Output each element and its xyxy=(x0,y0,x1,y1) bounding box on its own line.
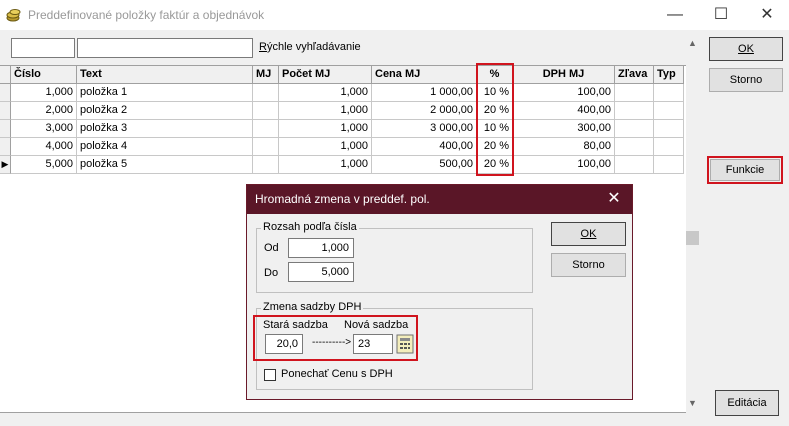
funkcie-button-label: Funkcie xyxy=(725,164,765,176)
row-header[interactable] xyxy=(0,102,11,120)
od-label: Od xyxy=(264,242,279,254)
storno-button-label: Storno xyxy=(729,74,763,86)
bulk-change-dialog: Hromadná zmena v preddef. pol. ✕ Rozsah … xyxy=(246,184,633,400)
search-text-input[interactable] xyxy=(77,38,253,58)
row-header[interactable] xyxy=(0,120,11,138)
cell-cena[interactable]: 2 000,00 xyxy=(372,102,477,120)
cell-text[interactable]: položka 4 xyxy=(77,138,253,156)
col-header-cena[interactable]: Cena MJ xyxy=(372,66,477,84)
col-header-zlava[interactable]: Zľava xyxy=(615,66,654,84)
dialog-storno-label: Storno xyxy=(572,259,605,271)
ok-button-label: OK xyxy=(738,43,754,55)
cell-pocet[interactable]: 1,000 xyxy=(279,102,372,120)
row-header-corner xyxy=(0,66,11,84)
col-header-cislo[interactable]: Číslo xyxy=(11,66,77,84)
cell-zlava[interactable] xyxy=(615,102,654,120)
cell-cena[interactable]: 400,00 xyxy=(372,138,477,156)
range-legend: Rozsah podľa čísla xyxy=(261,221,359,233)
col-header-mj[interactable]: MJ xyxy=(253,66,279,84)
cell-mj[interactable] xyxy=(253,84,279,102)
cell-text[interactable]: položka 3 xyxy=(77,120,253,138)
cell-typ[interactable] xyxy=(654,156,684,174)
cell-text[interactable]: položka 1 xyxy=(77,84,253,102)
cell-dph[interactable]: 100,00 xyxy=(513,156,615,174)
vat-legend: Zmena sadzby DPH xyxy=(261,301,364,313)
scrollbar-thumb[interactable] xyxy=(686,231,699,245)
cell-dph[interactable]: 100,00 xyxy=(513,84,615,102)
vat-rates-highlight xyxy=(253,315,418,361)
row-header[interactable] xyxy=(0,84,11,102)
percent-column-highlight xyxy=(476,63,514,176)
col-header-text[interactable]: Text xyxy=(77,66,253,84)
cell-cislo[interactable]: 2,000 xyxy=(11,102,77,120)
cell-typ[interactable] xyxy=(654,120,684,138)
app-coins-icon xyxy=(6,9,21,22)
funkcie-button[interactable]: Funkcie xyxy=(710,159,780,181)
cell-mj[interactable] xyxy=(253,102,279,120)
cell-text[interactable]: položka 5 xyxy=(77,156,253,174)
cell-dph[interactable]: 80,00 xyxy=(513,138,615,156)
do-label: Do xyxy=(264,267,279,279)
cell-pocet[interactable]: 1,000 xyxy=(279,156,372,174)
do-input[interactable]: 5,000 xyxy=(288,262,354,282)
cell-zlava[interactable] xyxy=(615,84,654,102)
cell-cislo[interactable]: 5,000 xyxy=(11,156,77,174)
row-header[interactable] xyxy=(0,138,11,156)
scroll-down-arrow-icon[interactable]: ▼ xyxy=(688,398,697,408)
cell-cislo[interactable]: 4,000 xyxy=(11,138,77,156)
editacia-button[interactable]: Editácia xyxy=(715,390,779,416)
cell-zlava[interactable] xyxy=(615,138,654,156)
cell-cena[interactable]: 500,00 xyxy=(372,156,477,174)
editacia-button-label: Editácia xyxy=(727,397,767,409)
keep-price-checkbox[interactable] xyxy=(264,369,276,381)
cell-pocet[interactable]: 1,000 xyxy=(279,84,372,102)
search-code-input[interactable] xyxy=(11,38,75,58)
storno-button[interactable]: Storno xyxy=(709,68,783,92)
cell-cena[interactable]: 3 000,00 xyxy=(372,120,477,138)
keep-price-label: Ponechať Cenu s DPH xyxy=(281,368,393,380)
close-window-button[interactable]: ✕ xyxy=(745,0,789,30)
maximize-button[interactable]: ☐ xyxy=(699,0,743,30)
dialog-ok-label: OK xyxy=(580,228,597,240)
minimize-button[interactable]: — xyxy=(653,0,697,30)
dialog-title: Hromadná zmena v preddef. pol. xyxy=(255,192,430,206)
search-label: Rýchle vyhľadávanie xyxy=(259,41,361,53)
col-header-dph[interactable]: DPH MJ xyxy=(513,66,615,84)
cell-zlava[interactable] xyxy=(615,156,654,174)
cell-text[interactable]: položka 2 xyxy=(77,102,253,120)
cell-dph[interactable]: 400,00 xyxy=(513,102,615,120)
col-header-typ[interactable]: Typ xyxy=(654,66,684,84)
cell-typ[interactable] xyxy=(654,138,684,156)
col-header-pocet[interactable]: Počet MJ xyxy=(279,66,372,84)
cell-mj[interactable] xyxy=(253,156,279,174)
cell-pocet[interactable]: 1,000 xyxy=(279,120,372,138)
cell-cislo[interactable]: 3,000 xyxy=(11,120,77,138)
od-input[interactable]: 1,000 xyxy=(288,238,354,258)
cell-dph[interactable]: 300,00 xyxy=(513,120,615,138)
cell-mj[interactable] xyxy=(253,138,279,156)
cell-typ[interactable] xyxy=(654,84,684,102)
window-title: Preddefinované položky faktúr a objednáv… xyxy=(28,8,265,22)
ok-button[interactable]: OK xyxy=(709,37,783,61)
cell-pocet[interactable]: 1,000 xyxy=(279,138,372,156)
cell-zlava[interactable] xyxy=(615,120,654,138)
cell-mj[interactable] xyxy=(253,120,279,138)
cell-typ[interactable] xyxy=(654,102,684,120)
row-header[interactable]: ▶ xyxy=(0,156,11,174)
cell-cislo[interactable]: 1,000 xyxy=(11,84,77,102)
cell-cena[interactable]: 1 000,00 xyxy=(372,84,477,102)
dialog-ok-button[interactable]: OK xyxy=(551,222,626,246)
dialog-storno-button[interactable]: Storno xyxy=(551,253,626,277)
scroll-up-arrow-icon[interactable]: ▲ xyxy=(688,38,697,48)
dialog-close-icon[interactable]: ✕ xyxy=(602,188,626,210)
